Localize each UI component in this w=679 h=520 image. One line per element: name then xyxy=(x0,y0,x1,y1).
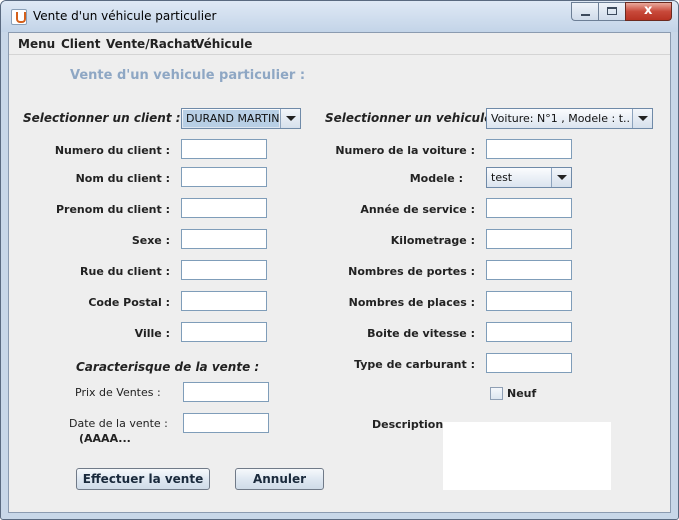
select-vehicle-label: Selectionner un vehicule : xyxy=(325,111,502,125)
vehicle-select-value: Voiture: N°1 , Modele : t... xyxy=(491,112,631,125)
vehicle-year-field[interactable] xyxy=(486,198,572,218)
client-number-label: Numero du client : xyxy=(54,144,170,157)
menu-vente-rachat[interactable]: Vente/Rachat xyxy=(106,37,196,51)
vehicle-model-select[interactable]: test xyxy=(486,167,572,188)
client-street-label: Rue du client : xyxy=(80,265,170,278)
client-lastname-label: Nom du client : xyxy=(75,172,170,185)
vehicle-gearbox-field[interactable] xyxy=(486,322,572,342)
client-firstname-label: Prenom du client : xyxy=(55,203,170,216)
client-sex-label: Sexe : xyxy=(131,234,170,247)
vehicle-fuel-label: Type de carburant : xyxy=(354,358,475,371)
description-field[interactable] xyxy=(443,422,611,490)
chevron-down-icon[interactable] xyxy=(632,109,652,128)
client-select[interactable]: DURAND MARTIN xyxy=(181,108,301,129)
vehicle-select[interactable]: Voiture: N°1 , Modele : t... xyxy=(486,108,653,129)
date-format-label: (AAAA... xyxy=(79,432,131,445)
description-label: Description : xyxy=(372,418,452,431)
app-window: Vente d'un véhicule particulier x Menu C… xyxy=(0,0,679,520)
close-icon: x xyxy=(644,3,653,18)
vehicle-doors-field[interactable] xyxy=(486,260,572,280)
price-field[interactable] xyxy=(183,382,269,402)
content-panel: Menu Client Vente/Rachat Véhicule Vente … xyxy=(8,32,671,513)
vehicle-fuel-field[interactable] xyxy=(486,353,572,373)
menu-vehicule[interactable]: Véhicule xyxy=(195,37,252,51)
client-select-value: DURAND MARTIN xyxy=(183,110,279,127)
client-lastname-field[interactable] xyxy=(181,167,267,187)
sale-section-label: Caracterisque de la vente : xyxy=(76,360,260,374)
maximize-button[interactable] xyxy=(598,2,625,21)
form-heading: Vente d'un vehicule particulier : xyxy=(70,68,306,83)
vehicle-seats-field[interactable] xyxy=(486,291,572,311)
vehicle-model-value: test xyxy=(491,171,513,184)
date-label: Date de la vente : xyxy=(69,417,168,430)
maximize-icon xyxy=(607,7,617,15)
client-street-field[interactable] xyxy=(181,260,267,280)
chevron-down-icon[interactable] xyxy=(551,168,571,187)
date-field[interactable] xyxy=(183,413,269,433)
price-label: Prix de Ventes : xyxy=(75,386,161,399)
client-postcode-field[interactable] xyxy=(181,291,267,311)
vehicle-mileage-field[interactable] xyxy=(486,229,572,249)
vehicle-model-label: Modele : xyxy=(409,172,463,185)
menu-bar: Menu Client Vente/Rachat Véhicule xyxy=(9,33,670,55)
vehicle-gearbox-label: Boite de vitesse : xyxy=(367,327,475,340)
select-client-label: Selectionner un client : xyxy=(23,111,181,125)
vehicle-number-label: Numero de la voiture : xyxy=(335,144,475,157)
client-number-field[interactable] xyxy=(181,139,267,159)
vehicle-mileage-label: Kilometrage : xyxy=(390,234,475,247)
neuf-label: Neuf xyxy=(507,387,537,400)
cancel-button[interactable]: Annuler xyxy=(235,468,324,490)
client-firstname-field[interactable] xyxy=(181,198,267,218)
window-title: Vente d'un véhicule particulier xyxy=(33,9,217,23)
title-bar[interactable]: Vente d'un véhicule particulier x xyxy=(1,1,678,32)
menu-client[interactable]: Client xyxy=(61,37,100,51)
client-city-field[interactable] xyxy=(181,322,267,342)
neuf-checkbox[interactable] xyxy=(490,387,503,400)
vehicle-number-field[interactable] xyxy=(486,139,572,159)
client-postcode-label: Code Postal : xyxy=(88,296,170,309)
minimize-button[interactable] xyxy=(571,2,598,21)
client-sex-field[interactable] xyxy=(181,229,267,249)
minimize-icon xyxy=(581,14,590,16)
vehicle-doors-label: Nombres de portes : xyxy=(348,265,475,278)
close-button[interactable]: x xyxy=(625,2,672,21)
java-app-icon xyxy=(11,9,27,25)
submit-sale-button[interactable]: Effectuer la vente xyxy=(76,468,210,490)
menu-menu[interactable]: Menu xyxy=(18,37,55,51)
vehicle-seats-label: Nombres de places : xyxy=(348,296,475,309)
vehicle-year-label: Année de service : xyxy=(360,203,475,216)
chevron-down-icon[interactable] xyxy=(280,109,300,128)
window-controls: x xyxy=(571,2,672,21)
client-city-label: Ville : xyxy=(134,327,170,340)
